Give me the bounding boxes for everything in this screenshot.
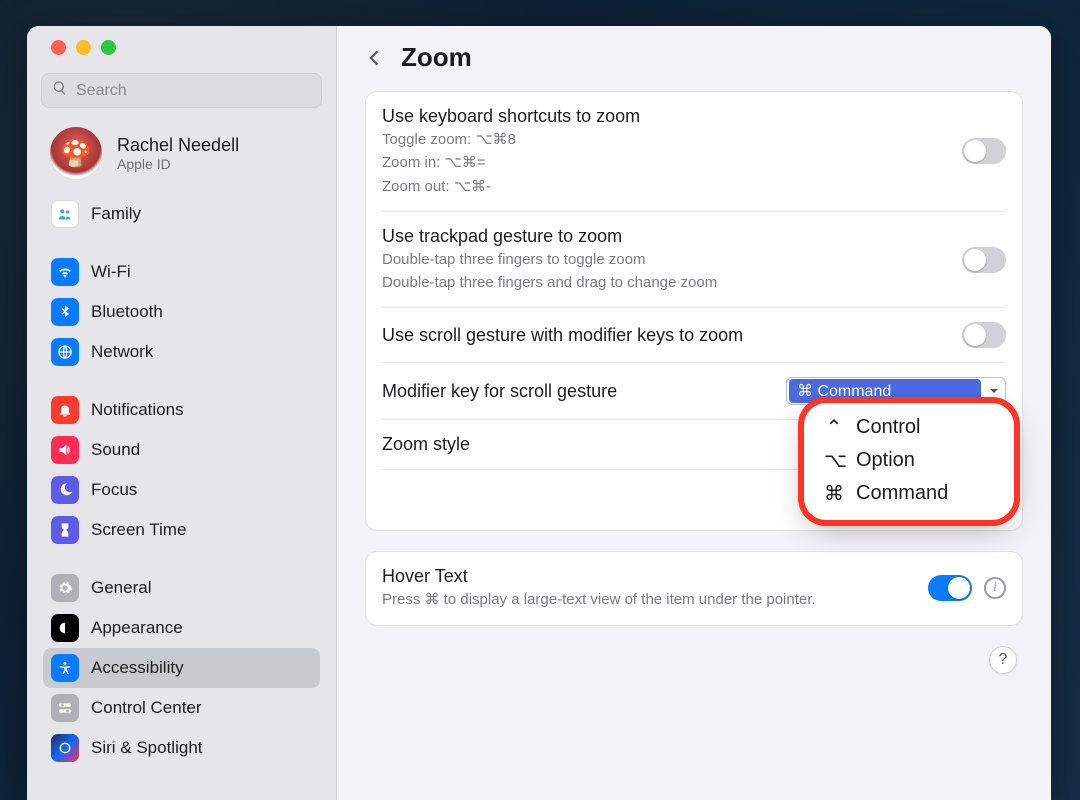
setting-label: Modifier key for scroll gesture bbox=[382, 381, 617, 402]
option-label: Control bbox=[856, 416, 920, 439]
modifier-option-command[interactable]: ⌘ Command bbox=[822, 477, 996, 510]
general-icon bbox=[51, 574, 79, 602]
sidebar-item-notifications[interactable]: Notifications bbox=[43, 390, 320, 430]
modifier-key-select[interactable]: ⌘ Command bbox=[786, 377, 1006, 405]
settings-window: 🍄 Rachel Needell Apple ID Family Wi-Fi bbox=[27, 26, 1051, 800]
keyboard-shortcuts-toggle[interactable] bbox=[962, 138, 1006, 164]
sidebar-item-siri[interactable]: Siri & Spotlight bbox=[43, 728, 320, 768]
sidebar-scroll[interactable]: 🍄 Rachel Needell Apple ID Family Wi-Fi bbox=[27, 120, 336, 800]
sidebar-item-sound[interactable]: Sound bbox=[43, 430, 320, 470]
setting-label: Hover Text bbox=[382, 566, 916, 587]
content-pane: Zoom Use keyboard shortcuts to zoom Togg… bbox=[337, 26, 1051, 800]
sidebar-item-label: Bluetooth bbox=[91, 302, 163, 322]
bluetooth-icon bbox=[51, 298, 79, 326]
window-controls bbox=[27, 40, 336, 55]
sidebar-item-label: Accessibility bbox=[91, 658, 184, 678]
profile-name: Rachel Needell bbox=[117, 135, 239, 156]
trackpad-gesture-setting: Use trackpad gesture to zoom Double-tap … bbox=[382, 212, 1006, 309]
sidebar-item-network[interactable]: Network bbox=[43, 332, 320, 372]
hover-text-toggle[interactable] bbox=[928, 575, 972, 601]
scroll-modifier-setting: Use scroll gesture with modifier keys to… bbox=[382, 308, 1006, 363]
setting-desc: Double-tap three fingers and drag to cha… bbox=[382, 273, 950, 293]
chevron-down-icon bbox=[983, 386, 1005, 396]
help-button-wrap: ? bbox=[989, 646, 1017, 700]
modifier-option-option[interactable]: ⌥ Option bbox=[822, 444, 996, 477]
back-button[interactable] bbox=[365, 48, 385, 68]
minimize-window-button[interactable] bbox=[76, 40, 91, 55]
setting-desc: Zoom out: ⌥⌘- bbox=[382, 177, 950, 197]
setting-label: Use keyboard shortcuts to zoom bbox=[382, 106, 950, 127]
setting-label: Zoom style bbox=[382, 434, 470, 455]
option-key-icon: ⌥ bbox=[824, 448, 844, 473]
sidebar-item-label: Focus bbox=[91, 480, 137, 500]
modifier-key-menu: ⌃ Control ⌥ Option ⌘ Command bbox=[804, 403, 1014, 520]
sidebar-item-focus[interactable]: Focus bbox=[43, 470, 320, 510]
sidebar-item-appearance[interactable]: Appearance bbox=[43, 608, 320, 648]
sidebar: 🍄 Rachel Needell Apple ID Family Wi-Fi bbox=[27, 26, 337, 800]
scroll-modifier-toggle[interactable] bbox=[962, 322, 1006, 348]
network-icon bbox=[51, 338, 79, 366]
accessibility-icon bbox=[51, 654, 79, 682]
family-icon bbox=[51, 200, 79, 228]
sidebar-item-general[interactable]: General bbox=[43, 568, 320, 608]
sidebar-item-label: Appearance bbox=[91, 618, 183, 638]
profile-sub: Apple ID bbox=[117, 156, 239, 172]
sound-icon bbox=[51, 436, 79, 464]
option-label: Command bbox=[856, 482, 948, 505]
appearance-icon bbox=[51, 614, 79, 642]
setting-desc: Zoom in: ⌥⌘= bbox=[382, 153, 950, 173]
setting-desc: Double-tap three fingers to toggle zoom bbox=[382, 250, 950, 270]
sidebar-item-wifi[interactable]: Wi-Fi bbox=[43, 252, 320, 292]
info-icon[interactable]: i bbox=[984, 577, 1006, 599]
controlcenter-icon bbox=[51, 694, 79, 722]
siri-icon bbox=[51, 734, 79, 762]
search-input[interactable] bbox=[76, 82, 311, 100]
setting-label: Use scroll gesture with modifier keys to… bbox=[382, 325, 950, 346]
sidebar-item-screentime[interactable]: Screen Time bbox=[43, 510, 320, 550]
help-button[interactable]: ? bbox=[989, 646, 1017, 674]
sidebar-item-controlcenter[interactable]: Control Center bbox=[43, 688, 320, 728]
keyboard-shortcuts-setting: Use keyboard shortcuts to zoom Toggle zo… bbox=[382, 92, 1006, 212]
fullscreen-window-button[interactable] bbox=[101, 40, 116, 55]
search-icon bbox=[52, 80, 68, 101]
sidebar-item-label: General bbox=[91, 578, 151, 598]
setting-desc: Toggle zoom: ⌥⌘8 bbox=[382, 130, 950, 150]
close-window-button[interactable] bbox=[51, 40, 66, 55]
hover-text-setting: Hover Text Press ⌘ to display a large-te… bbox=[382, 552, 1006, 624]
focus-icon bbox=[51, 476, 79, 504]
modifier-key-setting: Modifier key for scroll gesture ⌘ Comman… bbox=[382, 363, 1006, 420]
sidebar-item-label: Sound bbox=[91, 440, 140, 460]
screentime-icon bbox=[51, 516, 79, 544]
setting-desc: Press ⌘ to display a large-text view of … bbox=[382, 590, 916, 610]
trackpad-gesture-toggle[interactable] bbox=[962, 247, 1006, 273]
hover-text-panel: Hover Text Press ⌘ to display a large-te… bbox=[365, 551, 1023, 625]
apple-id-profile[interactable]: 🍄 Rachel Needell Apple ID bbox=[43, 120, 320, 194]
modifier-option-control[interactable]: ⌃ Control bbox=[822, 411, 996, 444]
avatar: 🍄 bbox=[49, 126, 103, 180]
sidebar-item-label: Wi-Fi bbox=[91, 262, 131, 282]
sidebar-item-label: Control Center bbox=[91, 698, 202, 718]
sidebar-item-label: Notifications bbox=[91, 400, 184, 420]
sidebar-item-family[interactable]: Family bbox=[43, 194, 320, 234]
notifications-icon bbox=[51, 396, 79, 424]
command-key-icon: ⌘ bbox=[824, 481, 844, 506]
control-key-icon: ⌃ bbox=[824, 415, 844, 440]
option-label: Option bbox=[856, 449, 915, 472]
wifi-icon bbox=[51, 258, 79, 286]
page-title: Zoom bbox=[401, 42, 472, 73]
zoom-panel: Use keyboard shortcuts to zoom Toggle zo… bbox=[365, 91, 1023, 531]
sidebar-item-label: Siri & Spotlight bbox=[91, 738, 203, 758]
setting-label: Use trackpad gesture to zoom bbox=[382, 226, 950, 247]
sidebar-item-bluetooth[interactable]: Bluetooth bbox=[43, 292, 320, 332]
select-value: ⌘ Command bbox=[789, 379, 981, 403]
sidebar-item-label: Network bbox=[91, 342, 153, 362]
help-icon: ? bbox=[999, 651, 1008, 669]
sidebar-item-accessibility[interactable]: Accessibility bbox=[43, 648, 320, 688]
search-field[interactable] bbox=[41, 73, 322, 108]
sidebar-item-label: Screen Time bbox=[91, 520, 186, 540]
sidebar-item-label: Family bbox=[91, 204, 141, 224]
